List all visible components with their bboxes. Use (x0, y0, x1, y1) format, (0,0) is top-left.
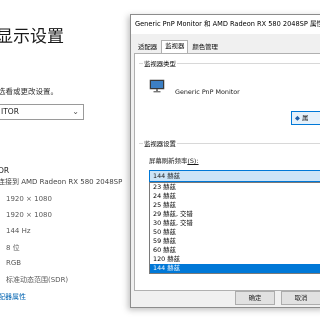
rate-option[interactable]: 30 赫兹, 交错 (150, 219, 320, 228)
tab-monitor[interactable]: 监视器 (161, 40, 189, 53)
rate-option[interactable]: 59 赫兹 (150, 237, 320, 246)
chevron-down-icon: ⌄ (72, 107, 79, 116)
spec-refresh-rate: 144 Hz (6, 227, 31, 235)
refresh-rate-caption: 屏幕刷新频率(S): (149, 156, 199, 165)
rate-option[interactable]: 50 赫兹 (150, 228, 320, 237)
rate-option[interactable]: 29 赫兹, 交错 (150, 210, 320, 219)
rate-option[interactable]: 144 赫兹 (150, 264, 320, 273)
display-select-value: ITOR (1, 107, 19, 116)
device-name: OR (0, 166, 10, 175)
monitor-name: Generic PnP Monitor (175, 88, 240, 96)
spec-active-resolution: 1920 × 1080 (6, 211, 52, 219)
tab-color-management[interactable]: 颜色管理 (188, 41, 222, 53)
spec-bit-depth: 8 位 (6, 244, 20, 252)
monitor-settings-label: 监视器设置 (143, 139, 177, 148)
rate-option[interactable]: 120 赫兹 (150, 255, 320, 264)
device-connection: 连接到 AMD Radeon RX 580 2048SP (0, 178, 123, 186)
refresh-rate-value: 144 赫兹 (153, 172, 181, 180)
page-title: 显示设置 (0, 27, 64, 47)
spec-color-space: 标准动态范围(SDR) (6, 276, 69, 284)
refresh-rate-list[interactable]: 23 赫兹 24 赫兹 25 赫兹 29 赫兹, 交错 30 赫兹, 交错 50… (149, 182, 320, 274)
monitor-properties-dialog: Generic PnP Monitor 和 AMD Radeon RX 580 … (130, 14, 320, 308)
monitor-icon (149, 79, 165, 93)
rate-option[interactable]: 23 赫兹 (150, 183, 320, 192)
refresh-rate-dropdown[interactable]: 144 赫兹 (149, 170, 320, 182)
rate-option[interactable]: 24 赫兹 (150, 192, 320, 201)
refresh-rate-shortcut: (S): (187, 157, 199, 165)
monitor-tab-panel: 监视器类型 Generic PnP Monitor ◆ 属 监视器设置 屏幕刷新… (134, 53, 320, 291)
adapter-properties-link[interactable]: 配器属性 (0, 292, 26, 302)
properties-button-label: 属 (301, 114, 309, 122)
properties-button[interactable]: ◆ 属 (291, 111, 320, 125)
cancel-button[interactable]: 取消 (281, 291, 320, 305)
spec-color-format: RGB (6, 259, 22, 267)
ok-button[interactable]: 确定 (235, 291, 275, 305)
tab-strip: 适配器 监视器 颜色管理 (134, 40, 222, 53)
spec-desktop-resolution: 1920 × 1080 (6, 195, 52, 203)
tab-adapter[interactable]: 适配器 (134, 41, 161, 53)
settings-hint: 选看或更改设置。 (0, 87, 58, 96)
monitor-type-label: 监视器类型 (143, 59, 177, 68)
dialog-title: Generic PnP Monitor 和 AMD Radeon RX 580 … (131, 15, 320, 34)
rate-option[interactable]: 60 赫兹 (150, 246, 320, 255)
shield-icon: ◆ (295, 114, 300, 122)
rate-option[interactable]: 25 赫兹 (150, 201, 320, 210)
refresh-rate-label: 屏幕刷新频率 (149, 157, 188, 165)
display-select[interactable]: ITOR ⌄ (0, 104, 84, 120)
